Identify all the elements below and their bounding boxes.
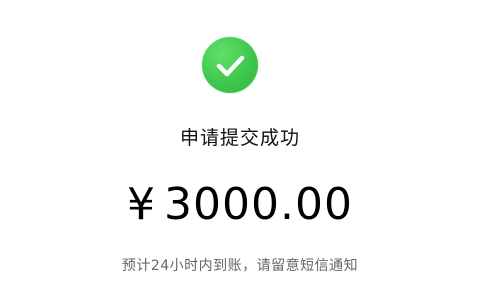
currency-symbol: ¥	[127, 179, 157, 230]
arrival-hint: 预计24小时内到账，请留意短信通知	[121, 258, 359, 274]
check-circle-icon	[202, 37, 258, 93]
checkmark-icon	[216, 55, 245, 77]
amount-value: 3000.00	[164, 179, 353, 230]
status-title: 申请提交成功	[179, 127, 300, 149]
submission-success-screen: 申请提交成功 ¥3000.00 预计24小时内到账，请留意短信通知	[0, 0, 480, 300]
amount-display: ¥3000.00	[0, 179, 480, 231]
